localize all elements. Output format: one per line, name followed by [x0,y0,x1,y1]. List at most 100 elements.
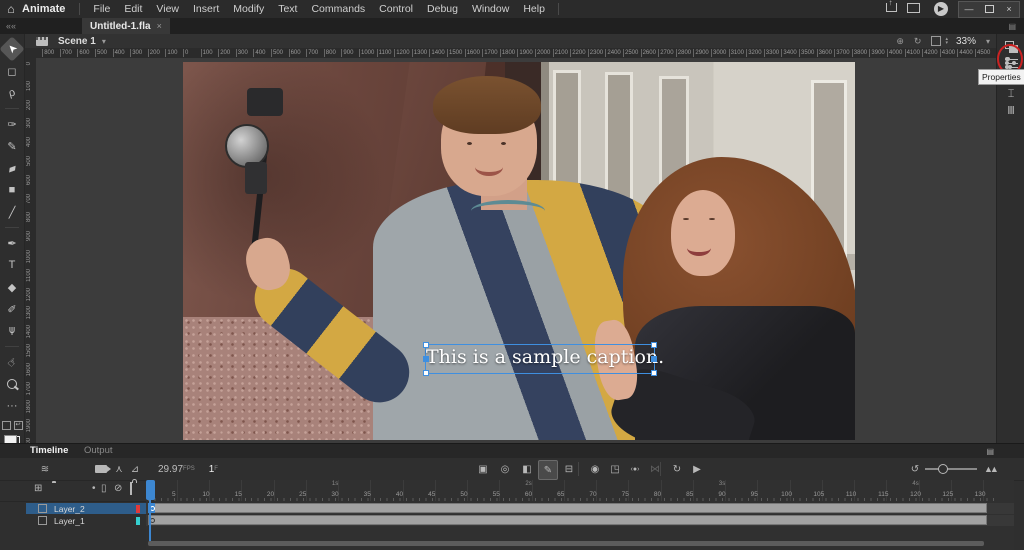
asset-warp-tool-icon[interactable]: ⋔ [3,322,21,340]
zoom-in-timeline-icon[interactable]: ▲▲ [984,464,996,474]
clip-content-icon[interactable] [931,36,941,46]
document-tab[interactable]: Untitled-1.fla × [82,18,170,34]
line-tool-icon[interactable]: ╱ [3,203,21,221]
frame-span[interactable] [148,515,987,525]
minimize-button[interactable]: — [959,2,979,17]
layer-row-layer_2[interactable]: Layer_2 [26,503,146,514]
pen-tool-icon[interactable]: ✒ [3,234,21,252]
selection-handle[interactable] [423,356,429,362]
selection-handle[interactable] [651,356,657,362]
zoom-chevron-icon[interactable]: ▾ [986,37,990,46]
menu-item-window[interactable]: Window [465,0,516,18]
selection-handle[interactable] [423,370,429,376]
new-layer-button[interactable]: ⊞ [34,483,42,494]
menu-item-control[interactable]: Control [372,0,420,18]
center-stage-icon[interactable]: ⊕ [896,36,904,46]
more-tools-icon[interactable]: ··· [3,397,21,415]
menu-item-commands[interactable]: Commands [304,0,372,18]
eraser-tool-icon[interactable]: ▰ [0,156,23,179]
menu-item-modify[interactable]: Modify [226,0,271,18]
tab-timeline[interactable]: Timeline [30,444,68,458]
ruler-tick-label: 1500 [26,344,32,357]
menu-item-view[interactable]: View [149,0,186,18]
lasso-tool-icon[interactable]: ρ [1,82,23,104]
collapse-dock-icon[interactable]: «« [0,21,22,31]
tab-close-icon[interactable]: × [157,21,162,31]
scene-chevron-icon[interactable]: ▾ [102,37,106,46]
tab-overflow-icon[interactable]: ▤ [1008,22,1024,31]
share-icon[interactable]: ↑ [880,3,902,15]
rectangle-tool-icon[interactable]: ■ [3,181,21,199]
remove-frames-button[interactable]: ⊟ [560,458,578,480]
zoom-spinner[interactable]: ▴▾ [945,37,948,45]
selection-handle[interactable] [423,342,429,348]
ruler-tick-label: 1600 [465,49,480,57]
ruler-tick-label: 600 [77,49,89,57]
onion-skin-button[interactable]: ◉ [586,458,604,480]
zoom-tool-icon[interactable] [3,375,21,393]
layer-track[interactable] [146,503,1014,514]
reset-timeline-zoom-button[interactable]: ↺ [906,458,924,480]
subselection-tool-icon[interactable]: ◻ [3,62,21,80]
menu-item-debug[interactable]: Debug [420,0,465,18]
camera-icon[interactable] [92,458,110,480]
hide-layers-button[interactable]: ⊘ [114,483,122,494]
edit-multiple-frames-button[interactable]: ◳ [606,458,624,480]
frame-span[interactable] [148,503,987,513]
eyedropper-tool-icon[interactable]: ✐ [3,300,21,318]
scene-name[interactable]: Scene 1 [58,36,96,47]
classic-brush-tool-icon[interactable]: ✎ [3,137,21,155]
close-button[interactable]: × [999,2,1019,17]
onion-skin-range-button[interactable]: ‹●› [626,458,644,480]
caption-text[interactable]: This is a sample caption. [426,346,654,368]
text-tool-icon[interactable]: T [3,256,21,274]
panel-menu-icon[interactable]: ▤ [986,447,994,456]
menu-item-file[interactable]: File [86,0,117,18]
home-icon[interactable]: ⌂ [0,2,22,16]
caption-selection-box[interactable]: This is a sample caption. [425,344,655,374]
loop-button[interactable]: ↻ [668,458,686,480]
insert-frame-button[interactable]: ◧ [518,458,536,480]
link-button[interactable]: ⋈ [646,458,664,480]
video-frame[interactable]: This is a sample caption. [183,62,855,440]
layer-name[interactable]: Layer_2 [54,504,136,514]
menu-item-text[interactable]: Text [271,0,304,18]
presentation-mode-icon[interactable] [902,3,924,16]
default-colors-icon[interactable] [2,421,11,430]
selection-handle[interactable] [651,342,657,348]
selection-handle[interactable] [651,370,657,376]
insert-keyframe-button[interactable]: ▣ [474,458,492,480]
zoom-level[interactable]: 33% [956,36,976,47]
auto-keyframe-button[interactable]: ✎ [538,460,558,480]
swap-colors-icon[interactable]: ↩ [14,421,23,430]
layer-track[interactable] [146,515,1014,526]
menu-item-edit[interactable]: Edit [117,0,149,18]
fluid-brush-tool-icon[interactable]: ✑ [3,115,21,133]
insert-blank-keyframe-button[interactable]: ◎ [496,458,514,480]
play-button[interactable]: ▶ [688,458,706,480]
rotation-tool-icon[interactable]: ↻ [914,36,922,46]
onion-range-button[interactable]: ▯ [101,483,107,494]
layer-row-layer_1[interactable]: Layer_1 [26,515,146,526]
lock-layers-button[interactable] [130,483,132,494]
layer-name[interactable]: Layer_1 [54,516,136,526]
layer-view-icon[interactable]: ≋ [36,458,54,480]
selection-tool-icon[interactable]: ➤ [0,36,25,61]
menu-item-insert[interactable]: Insert [186,0,226,18]
brush-library-panel-icon[interactable]: Ⅲ [1002,102,1020,118]
clamp-panel-icon[interactable]: ⌶ [1002,86,1020,102]
menu-item-help[interactable]: Help [516,0,552,18]
show-all-dot[interactable]: • [92,483,96,494]
tab-output[interactable]: Output [84,444,113,458]
fps-value[interactable]: 29.97 [158,464,183,475]
graph-view-icon[interactable]: ⊿ [126,458,144,480]
restore-button[interactable] [979,2,999,17]
test-movie-button[interactable]: ▶ [934,2,948,16]
timeline-zoom-slider[interactable] [925,468,977,470]
timeline-scrollbar[interactable] [148,541,984,546]
paint-bucket-tool-icon[interactable]: ◆ [3,278,21,296]
hand-tool-icon[interactable]: ☞ [0,349,25,374]
timeline-zoom-knob[interactable] [938,464,948,474]
frame-area[interactable]: 5101520253035404550556065707580859095100… [146,480,1014,550]
stage[interactable]: This is a sample caption. [36,58,996,443]
